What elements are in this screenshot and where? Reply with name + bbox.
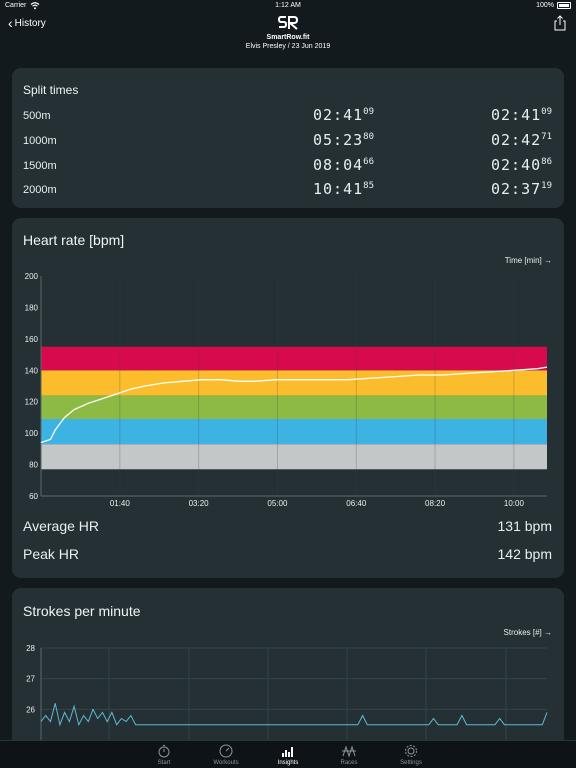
strokes-axis-hint[interactable]: Strokes [#] → [504, 628, 552, 637]
gauge-icon [219, 744, 233, 758]
strokes-title: Strokes per minute [23, 603, 141, 619]
split-time: 02:4271 [491, 131, 552, 149]
hr-zone-band [41, 370, 547, 396]
heart-rate-card: Heart rate [bpm] Time [min] → 60 80 100 120… [12, 218, 564, 578]
tab-label: Workouts [213, 760, 239, 766]
tab-label: Settings [400, 760, 422, 766]
tab-settings[interactable]: Settings [381, 741, 441, 768]
y-tick-label: 26 [26, 705, 35, 714]
status-bar: Carrier 1:12 AM 100% [0, 0, 576, 12]
strokes-line [40, 703, 548, 727]
tab-workouts[interactable]: Workouts [196, 741, 256, 768]
hr-zone-band [41, 395, 547, 419]
average-hr-value: 131 bpm [497, 518, 552, 534]
y-tick-label: 27 [26, 675, 35, 684]
peak-hr-value: 142 bpm [497, 546, 552, 562]
navigation-bar: ‹ History SmartRow.fit Elvis Presley / 2… [0, 12, 576, 56]
y-tick-label: 80 [29, 461, 38, 470]
chevron-left-icon: ‹ [8, 15, 13, 31]
y-tick-label: 100 [25, 429, 39, 438]
bar-chart-icon [282, 747, 293, 757]
split-row: 1000m 05:2380 02:4271 [12, 131, 564, 151]
cumulative-time: 02:4109 [313, 106, 374, 124]
tab-label: Start [157, 760, 171, 766]
arrow-right-icon: → [544, 256, 552, 265]
tab-bar: Start Workouts Insights Races Settings [0, 740, 576, 768]
cumulative-time: 05:2380 [313, 131, 374, 149]
smartrow-logo-icon [278, 16, 298, 30]
share-icon[interactable] [554, 15, 566, 31]
y-tick-label: 140 [25, 366, 39, 375]
y-tick-label: 160 [25, 335, 39, 344]
split-times-card: Split times 500m 02:4109 02:4109 1000m 0… [12, 68, 564, 208]
arrow-right-icon: → [544, 628, 552, 637]
strokes-per-minute-card: Strokes per minute Strokes [#] → 26 27 28 [12, 588, 564, 758]
tab-label: Insights [277, 760, 299, 766]
split-row: 1500m 08:0466 02:4086 [12, 156, 564, 176]
cumulative-time: 10:4185 [313, 180, 374, 198]
tab-start[interactable]: Start [134, 741, 194, 768]
x-tick-label: 08:20 [425, 499, 446, 508]
time-axis-hint[interactable]: Time [min] → [505, 256, 552, 265]
tab-insights[interactable]: Insights [258, 741, 318, 768]
split-distance: 2000m [23, 184, 57, 196]
x-tick-label: 01:40 [110, 499, 131, 508]
y-tick-label: 60 [29, 492, 38, 501]
x-tick-label: 03:20 [189, 499, 210, 508]
y-tick-label: 120 [25, 398, 39, 407]
split-row: 2000m 10:4185 02:3719 [12, 180, 564, 200]
y-tick-label: 200 [25, 272, 39, 281]
strokes-chart: 26 27 28 [26, 644, 548, 750]
hr-zone-band [41, 346, 547, 371]
gear-icon [405, 745, 417, 757]
split-distance: 500m [23, 110, 51, 122]
split-distance: 1500m [23, 160, 57, 172]
battery-percent: 100% [536, 2, 554, 9]
back-button[interactable]: ‹ History [8, 16, 46, 30]
hr-zone-band [41, 444, 547, 470]
x-tick-label: 05:00 [267, 499, 288, 508]
tab-label: Races [340, 760, 358, 766]
app-name: SmartRow.fit [266, 34, 310, 41]
heart-rate-title: Heart rate [bpm] [23, 232, 125, 248]
split-time: 02:4109 [491, 106, 552, 124]
split-times-title: Split times [23, 83, 79, 97]
x-tick-label: 06:40 [346, 499, 367, 508]
split-time: 02:3719 [491, 180, 552, 198]
back-label: History [14, 17, 46, 29]
y-tick-label: 28 [26, 644, 35, 653]
split-time: 02:4086 [491, 156, 552, 174]
battery-icon [557, 2, 571, 9]
x-tick-label: 10:00 [504, 499, 525, 508]
workout-subtitle: Elvis Presley / 23 Jun 2019 [245, 43, 331, 50]
hr-zone-band [41, 419, 547, 445]
tab-races[interactable]: Races [319, 741, 379, 768]
y-tick-label: 180 [25, 303, 39, 312]
average-hr-label: Average HR [23, 518, 100, 534]
clock: 1:12 AM [275, 2, 301, 9]
heart-rate-chart: 60 80 100 120 140 160 180 200 01:40 03:20 05:00 06:… [25, 272, 548, 508]
split-row: 500m 02:4109 02:4109 [12, 106, 564, 126]
cumulative-time: 08:0466 [313, 156, 374, 174]
flag-icon [342, 745, 356, 758]
stopwatch-icon [158, 745, 170, 758]
peak-hr-label: Peak HR [23, 546, 80, 562]
split-distance: 1000m [23, 135, 57, 147]
